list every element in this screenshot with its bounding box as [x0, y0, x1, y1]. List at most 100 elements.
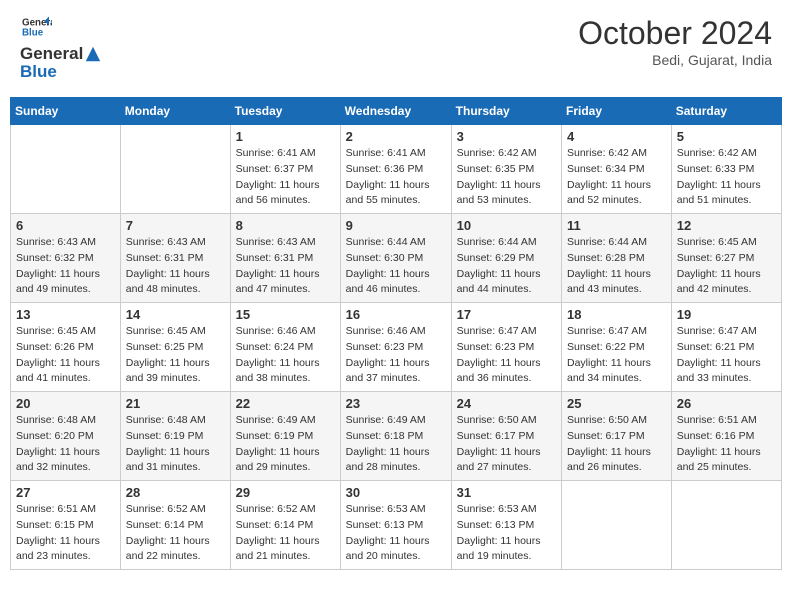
day-info: Sunrise: 6:43 AMSunset: 6:32 PMDaylight:…	[16, 235, 115, 298]
month-title: October 2024	[578, 15, 772, 52]
calendar-day-cell: 8 Sunrise: 6:43 AMSunset: 6:31 PMDaylight…	[230, 214, 340, 303]
day-number: 10	[457, 218, 556, 233]
calendar-day-cell: 4 Sunrise: 6:42 AMSunset: 6:34 PMDaylight…	[562, 125, 672, 214]
day-info: Sunrise: 6:51 AMSunset: 6:16 PMDaylight:…	[677, 413, 776, 476]
day-number: 14	[126, 307, 225, 322]
calendar-day-cell: 29Sunrise: 6:52 AMSunset: 6:14 PMDayligh…	[230, 481, 340, 570]
day-number: 8	[236, 218, 335, 233]
day-info: Sunrise: 6:43 AMSunset: 6:31 PMDaylight:…	[126, 235, 225, 298]
calendar-week-row: 27 Sunrise: 6:51 AMSunset: 6:15 PMDayligh…	[11, 481, 782, 570]
day-info: Sunrise: 6:45 AMSunset: 6:25 PMDaylight:…	[126, 324, 225, 387]
day-number: 26	[677, 396, 776, 411]
day-number: 1	[236, 129, 335, 144]
day-number: 9	[346, 218, 446, 233]
calendar-day-cell: 26 Sunrise: 6:51 AMSunset: 6:16 PMDayligh…	[671, 392, 781, 481]
day-number: 19	[677, 307, 776, 322]
day-number: 12	[677, 218, 776, 233]
day-of-week-header: Tuesday	[230, 98, 340, 125]
logo-triangle-icon	[84, 45, 102, 63]
calendar-day-cell: 28 Sunrise: 6:52 AMSunset: 6:14 PMDayligh…	[120, 481, 230, 570]
calendar-table: SundayMondayTuesdayWednesdayThursdayFrid…	[10, 97, 782, 570]
calendar-day-cell: 9 Sunrise: 6:44 AMSunset: 6:30 PMDaylight…	[340, 214, 451, 303]
day-info: Sunrise: 6:47 AMSunset: 6:23 PMDaylight:…	[457, 324, 556, 387]
calendar-day-cell	[11, 125, 121, 214]
calendar-day-cell: 1 Sunrise: 6:41 AMSunset: 6:37 PMDaylight…	[230, 125, 340, 214]
day-info: Sunrise: 6:47 AMSunset: 6:22 PMDaylight:…	[567, 324, 666, 387]
day-number: 27	[16, 485, 115, 500]
day-info: Sunrise: 6:53 AMSunset: 6:13 PMDaylight:…	[346, 502, 446, 565]
day-of-week-header: Monday	[120, 98, 230, 125]
title-block: October 2024 Bedi, Gujarat, India	[578, 15, 772, 68]
calendar-day-cell: 22Sunrise: 6:49 AMSunset: 6:19 PMDayligh…	[230, 392, 340, 481]
day-info: Sunrise: 6:50 AMSunset: 6:17 PMDaylight:…	[457, 413, 556, 476]
day-number: 24	[457, 396, 556, 411]
day-info: Sunrise: 6:50 AMSunset: 6:17 PMDaylight:…	[567, 413, 666, 476]
day-info: Sunrise: 6:42 AMSunset: 6:34 PMDaylight:…	[567, 146, 666, 209]
day-number: 25	[567, 396, 666, 411]
calendar-day-cell: 25 Sunrise: 6:50 AMSunset: 6:17 PMDayligh…	[562, 392, 672, 481]
calendar-day-cell: 17 Sunrise: 6:47 AMSunset: 6:23 PMDayligh…	[451, 303, 561, 392]
day-info: Sunrise: 6:42 AMSunset: 6:35 PMDaylight:…	[457, 146, 556, 209]
day-info: Sunrise: 6:45 AMSunset: 6:27 PMDaylight:…	[677, 235, 776, 298]
calendar-day-cell: 10 Sunrise: 6:44 AMSunset: 6:29 PMDayligh…	[451, 214, 561, 303]
day-number: 16	[346, 307, 446, 322]
day-number: 30	[346, 485, 446, 500]
calendar-day-cell: 20Sunrise: 6:48 AMSunset: 6:20 PMDayligh…	[11, 392, 121, 481]
day-of-week-header: Sunday	[11, 98, 121, 125]
day-number: 23	[346, 396, 446, 411]
calendar-week-row: 6Sunrise: 6:43 AMSunset: 6:32 PMDaylight…	[11, 214, 782, 303]
calendar-day-cell: 3Sunrise: 6:42 AMSunset: 6:35 PMDaylight…	[451, 125, 561, 214]
calendar-day-cell: 5Sunrise: 6:42 AMSunset: 6:33 PMDaylight…	[671, 125, 781, 214]
calendar-day-cell: 27 Sunrise: 6:51 AMSunset: 6:15 PMDayligh…	[11, 481, 121, 570]
day-number: 2	[346, 129, 446, 144]
day-of-week-header: Thursday	[451, 98, 561, 125]
calendar-day-cell	[671, 481, 781, 570]
day-info: Sunrise: 6:43 AMSunset: 6:31 PMDaylight:…	[236, 235, 335, 298]
day-number: 31	[457, 485, 556, 500]
day-info: Sunrise: 6:47 AMSunset: 6:21 PMDaylight:…	[677, 324, 776, 387]
day-info: Sunrise: 6:53 AMSunset: 6:13 PMDaylight:…	[457, 502, 556, 565]
day-info: Sunrise: 6:52 AMSunset: 6:14 PMDaylight:…	[236, 502, 335, 565]
day-number: 17	[457, 307, 556, 322]
calendar-day-cell: 31 Sunrise: 6:53 AMSunset: 6:13 PMDayligh…	[451, 481, 561, 570]
day-info: Sunrise: 6:49 AMSunset: 6:18 PMDaylight:…	[346, 413, 446, 476]
calendar-day-cell: 7 Sunrise: 6:43 AMSunset: 6:31 PMDaylight…	[120, 214, 230, 303]
logo-text-general: General	[20, 44, 83, 64]
day-number: 18	[567, 307, 666, 322]
day-number: 4	[567, 129, 666, 144]
day-info: Sunrise: 6:46 AMSunset: 6:23 PMDaylight:…	[346, 324, 446, 387]
day-number: 13	[16, 307, 115, 322]
calendar-week-row: 20Sunrise: 6:48 AMSunset: 6:20 PMDayligh…	[11, 392, 782, 481]
day-number: 20	[16, 396, 115, 411]
calendar-day-cell: 30 Sunrise: 6:53 AMSunset: 6:13 PMDayligh…	[340, 481, 451, 570]
calendar-day-cell: 13 Sunrise: 6:45 AMSunset: 6:26 PMDayligh…	[11, 303, 121, 392]
day-info: Sunrise: 6:41 AMSunset: 6:37 PMDaylight:…	[236, 146, 335, 209]
calendar-day-cell: 19 Sunrise: 6:47 AMSunset: 6:21 PMDayligh…	[671, 303, 781, 392]
day-of-week-header: Friday	[562, 98, 672, 125]
day-info: Sunrise: 6:41 AMSunset: 6:36 PMDaylight:…	[346, 146, 446, 209]
calendar-week-row: 1 Sunrise: 6:41 AMSunset: 6:37 PMDaylight…	[11, 125, 782, 214]
day-number: 15	[236, 307, 335, 322]
day-number: 7	[126, 218, 225, 233]
calendar-day-cell: 2 Sunrise: 6:41 AMSunset: 6:36 PMDaylight…	[340, 125, 451, 214]
day-info: Sunrise: 6:52 AMSunset: 6:14 PMDaylight:…	[126, 502, 225, 565]
calendar-day-cell: 21Sunrise: 6:48 AMSunset: 6:19 PMDayligh…	[120, 392, 230, 481]
calendar-day-cell: 15Sunrise: 6:46 AMSunset: 6:24 PMDayligh…	[230, 303, 340, 392]
day-of-week-header: Saturday	[671, 98, 781, 125]
day-info: Sunrise: 6:45 AMSunset: 6:26 PMDaylight:…	[16, 324, 115, 387]
day-info: Sunrise: 6:44 AMSunset: 6:30 PMDaylight:…	[346, 235, 446, 298]
calendar-day-cell	[120, 125, 230, 214]
svg-text:Blue: Blue	[22, 27, 44, 38]
day-number: 21	[126, 396, 225, 411]
calendar-week-row: 13 Sunrise: 6:45 AMSunset: 6:26 PMDayligh…	[11, 303, 782, 392]
calendar-day-cell: 24 Sunrise: 6:50 AMSunset: 6:17 PMDayligh…	[451, 392, 561, 481]
calendar-day-cell: 11Sunrise: 6:44 AMSunset: 6:28 PMDayligh…	[562, 214, 672, 303]
logo-text-blue: Blue	[20, 62, 102, 82]
calendar-header-row: SundayMondayTuesdayWednesdayThursdayFrid…	[11, 98, 782, 125]
day-info: Sunrise: 6:44 AMSunset: 6:29 PMDaylight:…	[457, 235, 556, 298]
day-number: 28	[126, 485, 225, 500]
calendar-day-cell: 16 Sunrise: 6:46 AMSunset: 6:23 PMDayligh…	[340, 303, 451, 392]
logo: General Blue General Blue	[20, 15, 102, 82]
day-info: Sunrise: 6:51 AMSunset: 6:15 PMDaylight:…	[16, 502, 115, 565]
calendar-day-cell: 12 Sunrise: 6:45 AMSunset: 6:27 PMDayligh…	[671, 214, 781, 303]
